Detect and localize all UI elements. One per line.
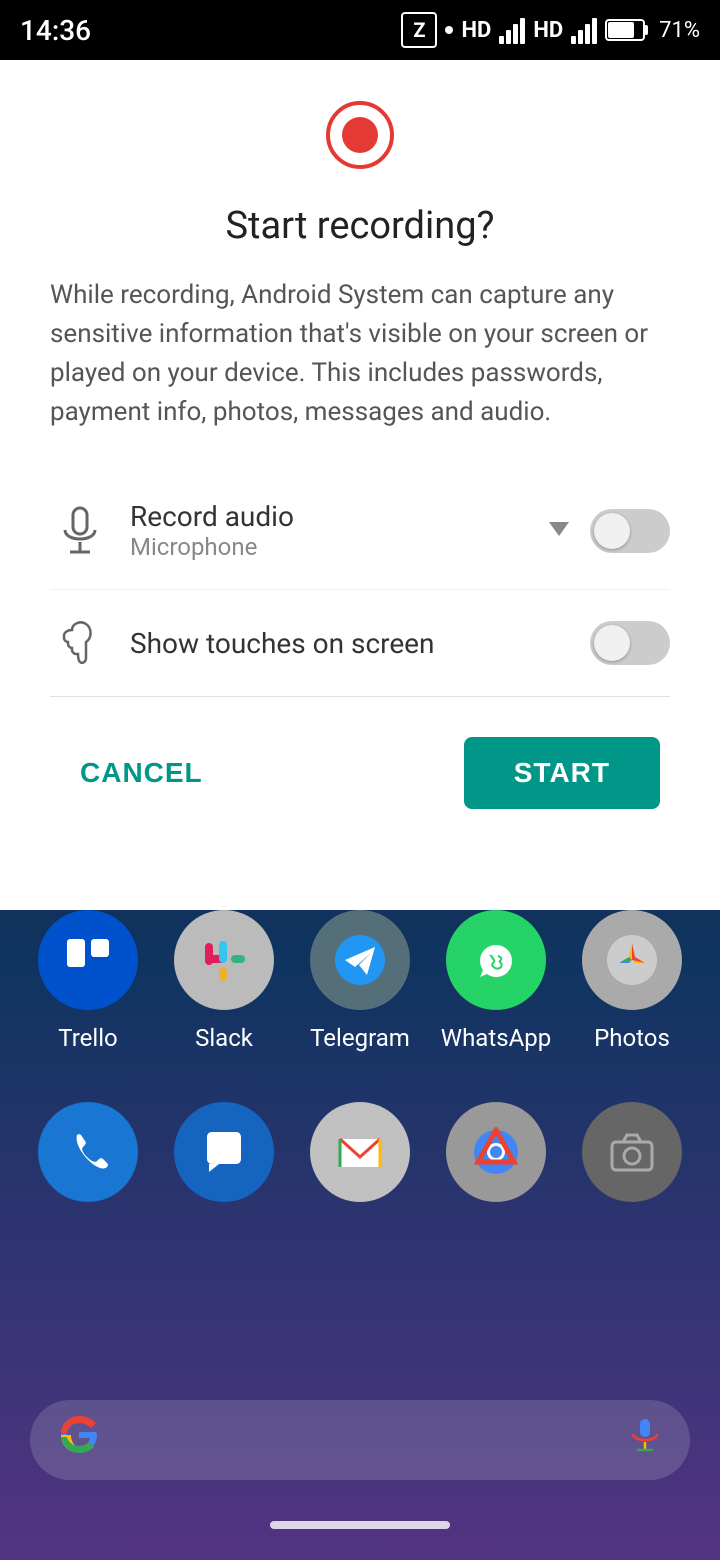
whatsapp-label: WhatsApp (441, 1024, 551, 1052)
dialog-title: Start recording? (225, 204, 494, 248)
app-grid: Trello Slack Tele (0, 910, 720, 1266)
hd-label-2: HD (533, 18, 563, 43)
status-time: 14:36 (20, 14, 91, 47)
audio-source-dropdown[interactable] (544, 514, 574, 548)
microphone-label: Microphone (130, 533, 544, 561)
app-row-1: Trello Slack Tele (20, 910, 700, 1052)
dialog-description: While recording, Android System can capt… (50, 276, 670, 432)
telegram-label: Telegram (310, 1024, 410, 1052)
app-icon-indicator: Z (401, 12, 437, 48)
voice-search-icon[interactable] (630, 1418, 660, 1463)
telegram-icon (310, 910, 410, 1010)
record-audio-row: Record audio Microphone (50, 472, 670, 590)
status-icons: Z HD HD 71% (401, 12, 700, 48)
gmail-icon (310, 1102, 410, 1202)
app-chrome[interactable] (436, 1102, 556, 1216)
slack-icon (174, 910, 274, 1010)
slack-label: Slack (195, 1024, 253, 1052)
hd-label-1: HD (461, 18, 491, 43)
battery-percent: 71% (659, 18, 700, 43)
signal-bars-2 (571, 16, 597, 44)
record-icon-container (325, 100, 395, 174)
touch-icon (50, 618, 110, 668)
messages-icon (174, 1102, 274, 1202)
app-slack[interactable]: Slack (164, 910, 284, 1052)
app-phone[interactable] (28, 1102, 148, 1216)
dock-row (20, 1102, 700, 1216)
dot-indicator (445, 26, 453, 34)
camera-icon (582, 1102, 682, 1202)
phone-icon (38, 1102, 138, 1202)
nav-home-indicator (270, 1521, 450, 1529)
app-photos[interactable]: Photos (572, 910, 692, 1052)
chrome-icon (446, 1102, 546, 1202)
app-trello[interactable]: Trello (28, 910, 148, 1052)
cancel-button[interactable]: CANCEL (60, 747, 223, 799)
trello-icon (38, 910, 138, 1010)
google-g-icon (60, 1416, 98, 1464)
record-circle-icon (325, 100, 395, 170)
record-dialog: Start recording? While recording, Androi… (0, 60, 720, 910)
record-audio-label: Record audio (130, 500, 544, 533)
status-bar: 14:36 Z HD HD 71% (0, 0, 720, 60)
app-camera[interactable] (572, 1102, 692, 1216)
app-telegram[interactable]: Telegram (300, 910, 420, 1052)
show-touches-row: Show touches on screen (50, 590, 670, 696)
signal-bars-1 (499, 16, 525, 44)
app-messages[interactable] (164, 1102, 284, 1216)
app-whatsapp[interactable]: WhatsApp (436, 910, 556, 1052)
microphone-icon (50, 506, 110, 556)
google-search-bar[interactable] (30, 1400, 690, 1480)
trello-label: Trello (58, 1024, 117, 1052)
photos-label: Photos (594, 1024, 670, 1052)
battery-icon (605, 16, 651, 44)
whatsapp-icon (446, 910, 546, 1010)
photos-icon (582, 910, 682, 1010)
show-touches-toggle[interactable] (590, 621, 670, 665)
show-touches-label: Show touches on screen (130, 627, 590, 660)
start-button[interactable]: START (464, 737, 660, 809)
app-gmail[interactable] (300, 1102, 420, 1216)
nav-bar (0, 1500, 720, 1550)
record-audio-toggle[interactable] (590, 509, 670, 553)
dialog-buttons: CANCEL START (50, 697, 670, 849)
